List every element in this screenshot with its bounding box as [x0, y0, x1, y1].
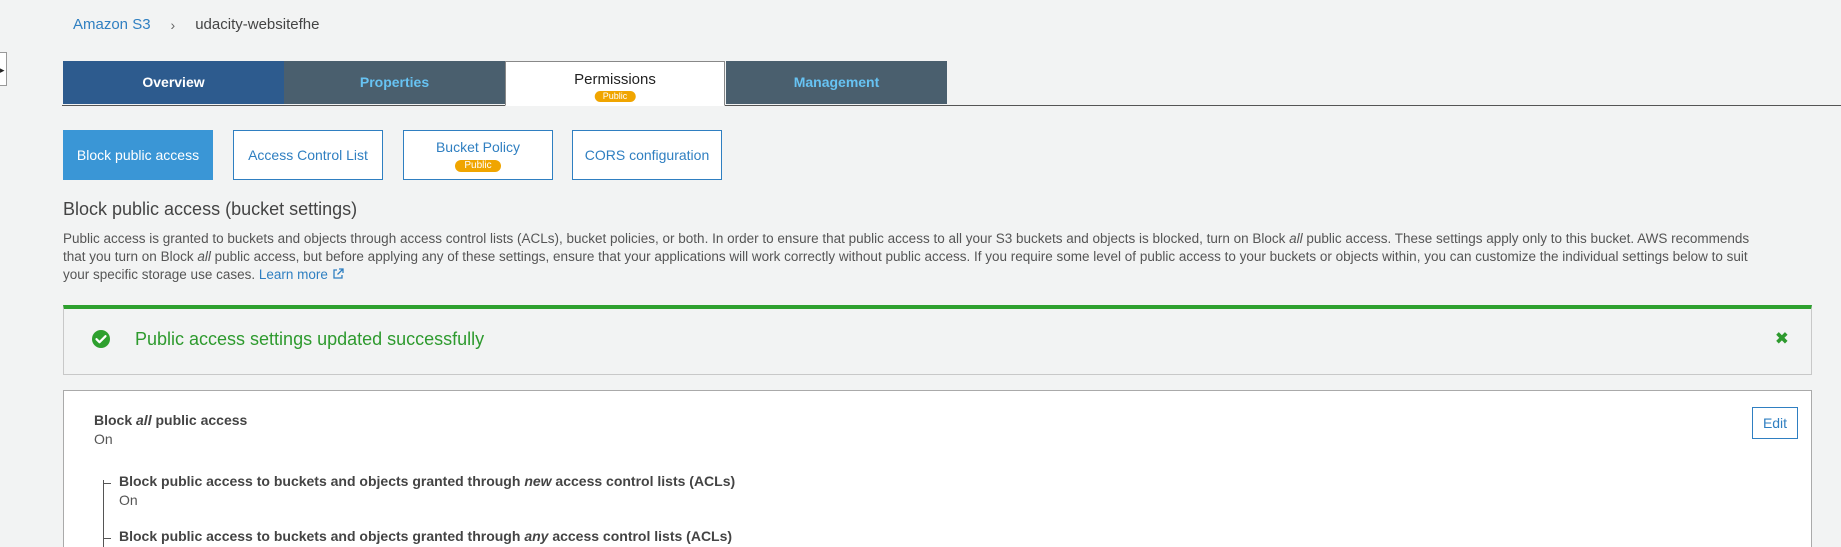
breadcrumb-root-link[interactable]: Amazon S3 — [73, 16, 151, 33]
learn-more-label: Learn more — [258, 267, 328, 282]
setting-new-acls-heading: Block public access to buckets and objec… — [119, 473, 735, 489]
subtab-block-public-access[interactable]: Block public access — [63, 130, 213, 180]
block-all-heading-em: all — [136, 412, 152, 428]
block-all-value: On — [94, 431, 113, 447]
tab-permissions-label: Permissions — [574, 71, 656, 88]
breadcrumb-separator-icon: › — [170, 16, 176, 33]
setting-new-acls-post: access control lists (ACLs) — [551, 473, 736, 489]
alert-message: Public access settings updated successfu… — [135, 329, 485, 349]
tab-management[interactable]: Management — [726, 61, 947, 104]
breadcrumb-current: udacity-websitefhe — [195, 16, 320, 33]
tree-branch — [103, 483, 111, 484]
intro-emphasis-1: all — [1289, 231, 1303, 246]
learn-more-link[interactable]: Learn more — [259, 267, 344, 282]
setting-any-acls-heading: Block public access to buckets and objec… — [119, 528, 732, 544]
setting-any-acls-em: any — [524, 528, 549, 544]
setting-new-acls-pre: Block public access to buckets and objec… — [119, 473, 525, 489]
main-tabs: Overview Properties Permissions Public M… — [62, 61, 1841, 106]
intro-emphasis-2: all — [197, 249, 211, 264]
block-all-heading-post: public access — [151, 412, 248, 428]
section-title: Block public access (bucket settings) — [63, 199, 358, 219]
breadcrumb: Amazon S3 › udacity-websitefhe — [73, 16, 319, 33]
setting-new-acls-em: new — [524, 473, 552, 489]
block-all-heading: Block all public access — [94, 412, 247, 428]
sidebar-toggle-button[interactable]: ▸ — [0, 52, 7, 86]
edit-button[interactable]: Edit — [1752, 407, 1798, 439]
setting-any-acls-pre: Block public access to buckets and objec… — [119, 528, 525, 544]
subtab-cors-configuration[interactable]: CORS configuration — [572, 130, 722, 180]
close-icon[interactable]: ✖ — [1775, 329, 1789, 349]
subtab-bucket-policy[interactable]: Bucket Policy Public — [403, 130, 553, 180]
chevron-right-icon: ▸ — [0, 65, 5, 75]
public-badge: Public — [455, 160, 501, 172]
subtab-acl-label: Access Control List — [248, 147, 368, 163]
tab-overview[interactable]: Overview — [63, 61, 284, 104]
tree-connector — [103, 480, 104, 547]
block-all-heading-pre: Block — [94, 412, 137, 428]
intro-text-1: Public access is granted to buckets and … — [63, 231, 1290, 246]
subtab-cors-label: CORS configuration — [584, 147, 710, 163]
setting-new-acls-value: On — [119, 492, 138, 508]
subtab-access-control-list[interactable]: Access Control List — [233, 130, 383, 180]
tab-permissions[interactable]: Permissions Public — [505, 61, 725, 106]
tab-properties-label: Properties — [359, 74, 430, 90]
success-alert: Public access settings updated successfu… — [63, 305, 1812, 375]
tab-overview-label: Overview — [142, 74, 205, 90]
public-badge: Public — [594, 91, 636, 102]
check-circle-icon — [92, 330, 110, 348]
intro-paragraph: Public access is granted to buckets and … — [63, 230, 1773, 284]
setting-any-acls-post: access control lists (ACLs) — [548, 528, 733, 544]
external-link-icon — [332, 267, 344, 279]
tab-management-label: Management — [793, 74, 880, 90]
tab-properties[interactable]: Properties — [284, 61, 505, 104]
subtab-bucket-policy-label: Bucket Policy — [435, 139, 521, 155]
subtab-block-public-access-label: Block public access — [76, 147, 200, 163]
tree-branch — [103, 538, 111, 539]
block-public-access-panel: Block all public access On Edit Block pu… — [63, 390, 1812, 547]
